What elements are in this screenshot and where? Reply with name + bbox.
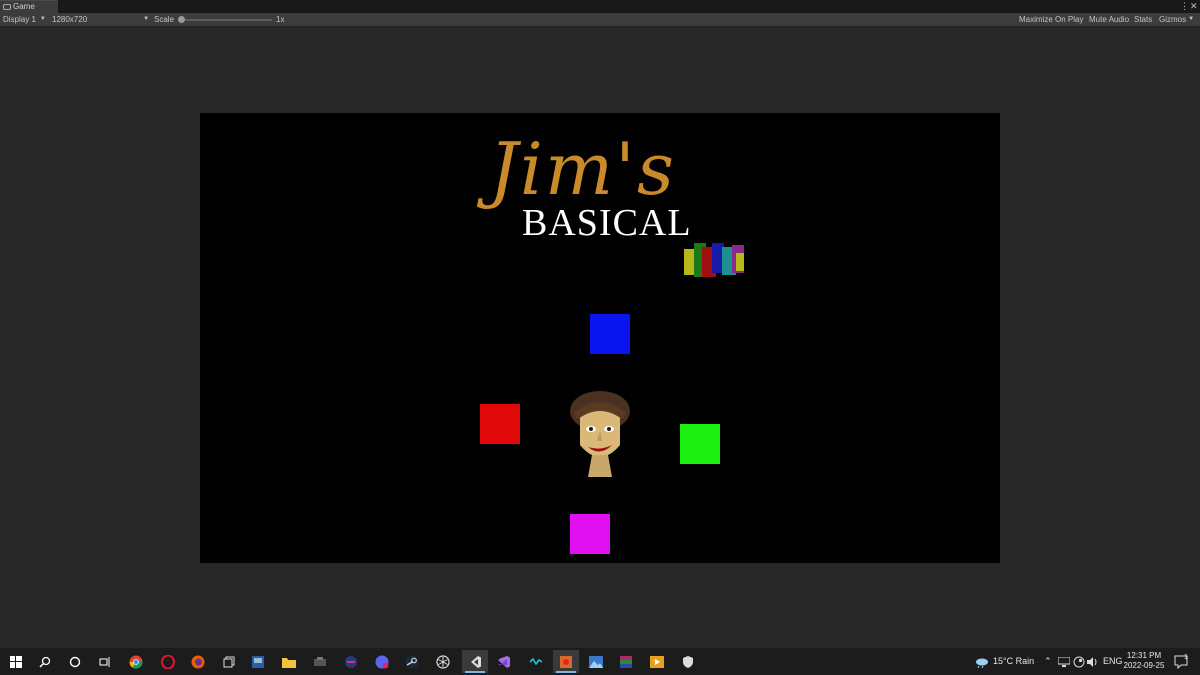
chevron-down-icon: ▼ bbox=[143, 16, 150, 22]
security-icon[interactable] bbox=[678, 652, 698, 672]
gizmos-dropdown[interactable]: Gizmos ▼ bbox=[1159, 13, 1194, 26]
chrome-icon[interactable] bbox=[126, 652, 146, 672]
app-icon[interactable] bbox=[248, 652, 268, 672]
file-explorer-icon[interactable] bbox=[279, 652, 299, 672]
red-square-button[interactable] bbox=[480, 404, 520, 444]
more-options-icon[interactable]: ⋮ bbox=[1180, 0, 1189, 13]
network-icon[interactable] bbox=[1057, 648, 1071, 675]
mute-audio-toggle[interactable]: Mute Audio bbox=[1089, 13, 1129, 26]
green-square-button[interactable] bbox=[680, 424, 720, 464]
chevron-down-icon: ▼ bbox=[39, 16, 46, 22]
chat-app-icon[interactable] bbox=[372, 652, 392, 672]
unity-icon[interactable] bbox=[433, 652, 453, 672]
stats-toggle[interactable]: Stats bbox=[1134, 13, 1152, 26]
close-icon[interactable]: ✕ bbox=[1190, 0, 1198, 13]
task-view-icon[interactable] bbox=[95, 652, 115, 672]
volume-icon[interactable] bbox=[1087, 648, 1099, 675]
maximize-on-play-toggle[interactable]: Maximize On Play bbox=[1019, 13, 1083, 26]
tab-game-label: Game bbox=[13, 2, 35, 11]
app-icon[interactable] bbox=[341, 652, 361, 672]
resolution-dropdown[interactable]: 1280x720 ▼ bbox=[52, 13, 149, 26]
blue-square-button[interactable] bbox=[590, 314, 630, 354]
display-dropdown-label: Display 1 bbox=[3, 15, 36, 24]
chevron-up-icon[interactable]: ⌃ bbox=[1044, 648, 1052, 675]
scale-slider-handle[interactable] bbox=[178, 16, 185, 23]
steam-icon[interactable] bbox=[402, 652, 422, 672]
game-viewport[interactable]: Jim's BASICAL bbox=[200, 113, 1000, 563]
winrar-icon[interactable] bbox=[616, 652, 636, 672]
language-indicator[interactable]: ENG bbox=[1103, 648, 1123, 675]
weather-text[interactable]: 15°C Rain bbox=[993, 648, 1034, 675]
game-title-jims: Jim's bbox=[489, 127, 676, 211]
clock-date: 2022-09-25 bbox=[1123, 661, 1165, 670]
scale-slider[interactable] bbox=[180, 19, 272, 21]
paint-app-icon[interactable] bbox=[553, 650, 579, 673]
photos-icon[interactable] bbox=[586, 652, 606, 672]
display-dropdown[interactable]: Display 1 ▼ bbox=[3, 13, 46, 26]
app-icon[interactable] bbox=[526, 652, 546, 672]
scale-label: Scale bbox=[154, 15, 175, 24]
media-player-icon[interactable] bbox=[647, 652, 667, 672]
gamepad-icon bbox=[3, 3, 11, 10]
scale-value: 1x bbox=[276, 15, 285, 24]
multitask-icon[interactable] bbox=[219, 652, 239, 672]
clock-time: 12:31 PM bbox=[1126, 651, 1162, 660]
opera-icon[interactable] bbox=[158, 652, 178, 672]
search-icon[interactable] bbox=[35, 652, 55, 672]
weather-icon[interactable] bbox=[975, 648, 989, 675]
cortana-icon[interactable] bbox=[65, 652, 85, 672]
game-view-toolbar: Display 1 ▼ 1280x720 ▼ Scale 1x Maximize O… bbox=[0, 13, 1200, 27]
notification-count-badge: 1 bbox=[1184, 654, 1188, 661]
windows-taskbar: 15°C Rain ⌃ ENG 12:31 PM 2022-09-25 1 bbox=[0, 648, 1200, 675]
chevron-down-icon: ▼ bbox=[1188, 16, 1195, 22]
clock[interactable]: 12:31 PM 2022-09-25 bbox=[1122, 651, 1166, 671]
windows-start-icon[interactable] bbox=[6, 652, 26, 672]
atm-logo-icon bbox=[684, 243, 744, 277]
character-face-icon bbox=[570, 391, 630, 477]
magenta-square-button[interactable] bbox=[570, 514, 610, 554]
resolution-dropdown-label: 1280x720 bbox=[52, 15, 88, 24]
app-icon[interactable] bbox=[310, 652, 330, 672]
firefox-icon[interactable] bbox=[188, 652, 208, 672]
steam-tray-icon[interactable] bbox=[1073, 648, 1085, 675]
visual-studio-code-icon[interactable] bbox=[462, 650, 488, 673]
editor-tab-bar: Game ⋮ ✕ bbox=[0, 0, 1200, 13]
tab-game[interactable]: Game bbox=[0, 0, 58, 13]
gizmos-label: Gizmos bbox=[1159, 15, 1187, 24]
game-title-basical: BASICAL bbox=[522, 202, 692, 244]
visual-studio-icon[interactable] bbox=[494, 652, 514, 672]
